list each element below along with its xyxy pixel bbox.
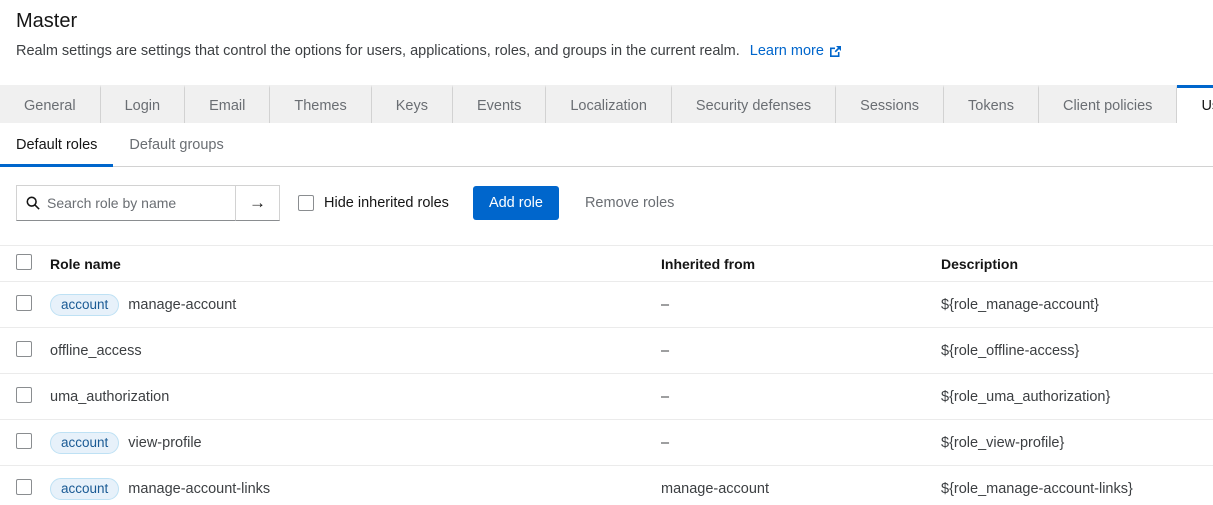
role-name: uma_authorization <box>50 389 169 405</box>
tab-keys[interactable]: Keys <box>372 85 453 123</box>
page-title: Master <box>16 10 1197 33</box>
role-name: manage-account-links <box>128 481 270 497</box>
external-link-icon <box>829 45 842 58</box>
description-cell: ${role_manage-account} <box>941 297 1197 313</box>
hide-inherited-checkbox[interactable] <box>298 195 314 211</box>
tab-user-registration[interactable]: User registration <box>1177 85 1213 123</box>
remove-roles-button[interactable]: Remove roles <box>585 195 674 211</box>
learn-more-link[interactable]: Learn more <box>750 43 842 59</box>
toolbar: → Hide inherited roles Add role Remove r… <box>0 167 1213 239</box>
arrow-right-icon: → <box>249 193 266 213</box>
page-description: Realm settings are settings that control… <box>16 43 1197 59</box>
role-name-cell: uma_authorization <box>50 389 661 405</box>
description-cell: ${role_manage-account-links} <box>941 481 1197 497</box>
tab-themes[interactable]: Themes <box>270 85 371 123</box>
table-row: uma_authorization –${role_uma_authorizati… <box>0 374 1213 420</box>
inherited-from-cell: – <box>661 435 941 451</box>
row-select-checkbox[interactable] <box>16 433 32 449</box>
tab-general[interactable]: General <box>0 85 101 123</box>
inherited-from-cell: manage-account <box>661 481 941 497</box>
roles-table: Role name Inherited from Description acc… <box>0 245 1213 505</box>
header-checkbox-cell <box>16 254 50 273</box>
table-body: accountmanage-account–${role_manage-acco… <box>0 282 1213 505</box>
subtab-default-roles[interactable]: Default roles <box>0 123 113 167</box>
row-select-checkbox[interactable] <box>16 341 32 357</box>
add-role-button[interactable]: Add role <box>473 186 559 220</box>
client-badge: account <box>50 294 119 316</box>
column-header-description: Description <box>941 256 1197 272</box>
client-badge: account <box>50 432 119 454</box>
row-checkbox-cell <box>16 479 50 499</box>
column-header-inherited-from: Inherited from <box>661 256 941 272</box>
search-submit-button[interactable]: → <box>235 185 280 221</box>
tab-client-policies[interactable]: Client policies <box>1039 85 1177 123</box>
row-select-checkbox[interactable] <box>16 387 32 403</box>
table-row: account manage-account-links manage-accoun… <box>0 466 1213 505</box>
hide-inherited-label: Hide inherited roles <box>324 195 449 211</box>
table-row: account manage-account –${role_manage-acco… <box>0 282 1213 328</box>
tab-events[interactable]: Events <box>453 85 546 123</box>
hide-inherited-roles-toggle[interactable]: Hide inherited roles <box>298 195 449 211</box>
select-all-checkbox[interactable] <box>16 254 32 270</box>
main-tabs: GeneralLoginEmailThemesKeysEventsLocaliz… <box>0 85 1213 123</box>
role-name: view-profile <box>128 435 201 451</box>
tab-localization[interactable]: Localization <box>546 85 672 123</box>
role-name-cell: account view-profile <box>50 432 661 454</box>
tab-sessions[interactable]: Sessions <box>836 85 944 123</box>
search-box <box>16 185 236 221</box>
search-input[interactable] <box>47 195 227 211</box>
role-name-cell: account manage-account <box>50 294 661 316</box>
table-row: offline_access –${role_offline-access} <box>0 328 1213 374</box>
role-name: offline_access <box>50 343 142 359</box>
row-checkbox-cell <box>16 433 50 453</box>
row-checkbox-cell <box>16 387 50 407</box>
description-cell: ${role_uma_authorization} <box>941 389 1197 405</box>
tab-email[interactable]: Email <box>185 85 270 123</box>
tab-security-defenses[interactable]: Security defenses <box>672 85 836 123</box>
learn-more-label: Learn more <box>750 43 824 59</box>
description-cell: ${role_offline-access} <box>941 343 1197 359</box>
search-group: → <box>16 185 280 221</box>
inherited-from-cell: – <box>661 297 941 313</box>
role-name-cell: offline_access <box>50 343 661 359</box>
client-badge: account <box>50 478 119 500</box>
inherited-from-cell: – <box>661 389 941 405</box>
description-cell: ${role_view-profile} <box>941 435 1197 451</box>
sub-tabs: Default rolesDefault groups <box>0 123 1213 167</box>
row-checkbox-cell <box>16 295 50 315</box>
page-header: Master Realm settings are settings that … <box>0 0 1213 59</box>
column-header-role-name: Role name <box>50 256 661 272</box>
row-select-checkbox[interactable] <box>16 479 32 495</box>
role-name-cell: account manage-account-links <box>50 478 661 500</box>
table-row: account view-profile –${role_view-profile} <box>0 420 1213 466</box>
tab-login[interactable]: Login <box>101 85 185 123</box>
table-header-row: Role name Inherited from Description <box>0 245 1213 282</box>
role-name: manage-account <box>128 297 236 313</box>
tab-tokens[interactable]: Tokens <box>944 85 1039 123</box>
inherited-from-cell: – <box>661 343 941 359</box>
description-text: Realm settings are settings that control… <box>16 43 740 59</box>
row-select-checkbox[interactable] <box>16 295 32 311</box>
subtab-default-groups[interactable]: Default groups <box>113 123 239 167</box>
search-icon <box>26 196 40 210</box>
row-checkbox-cell <box>16 341 50 361</box>
